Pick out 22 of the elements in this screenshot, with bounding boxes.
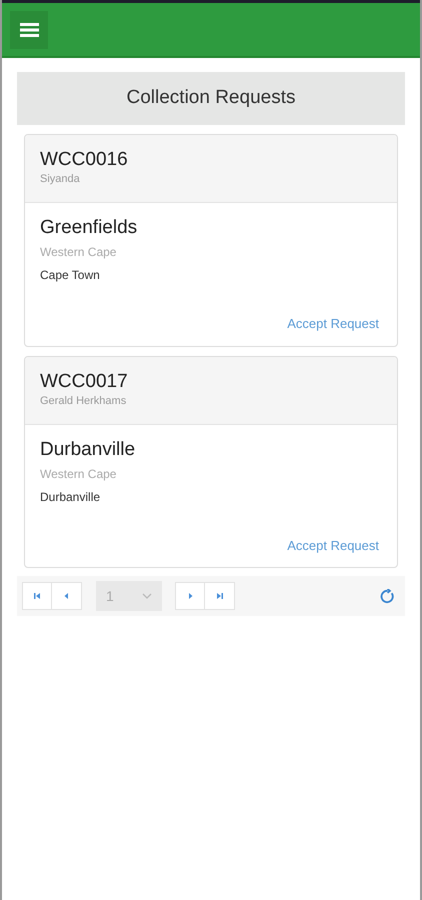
city-text: Cape Town (40, 267, 101, 284)
first-page-button[interactable] (22, 582, 52, 610)
request-code: WCC0016 (40, 149, 129, 171)
area-name: Greenfields (40, 216, 138, 240)
page-title: Collection Requests (17, 72, 405, 125)
province-text: Western Cape (40, 466, 118, 482)
request-code: WCC0017 (40, 370, 129, 392)
refresh-icon (380, 588, 394, 604)
city-text: Durbanville (40, 488, 102, 506)
province-text: Western Cape (40, 244, 118, 261)
menu-icon (20, 22, 38, 38)
last-page-button[interactable] (205, 582, 235, 610)
menu-button[interactable] (10, 10, 48, 48)
previous-page-icon (62, 592, 71, 600)
requester-name: Gerald Herkhams (40, 394, 128, 408)
first-page-icon (32, 592, 42, 600)
last-page-icon (215, 592, 224, 600)
requester-name: Siyanda (40, 172, 81, 187)
chevron-down-icon (142, 593, 152, 599)
accept-request-link[interactable]: Accept Request (287, 536, 379, 555)
accept-request-link[interactable]: Accept Request (287, 314, 379, 334)
area-name: Durbanville (40, 438, 136, 462)
